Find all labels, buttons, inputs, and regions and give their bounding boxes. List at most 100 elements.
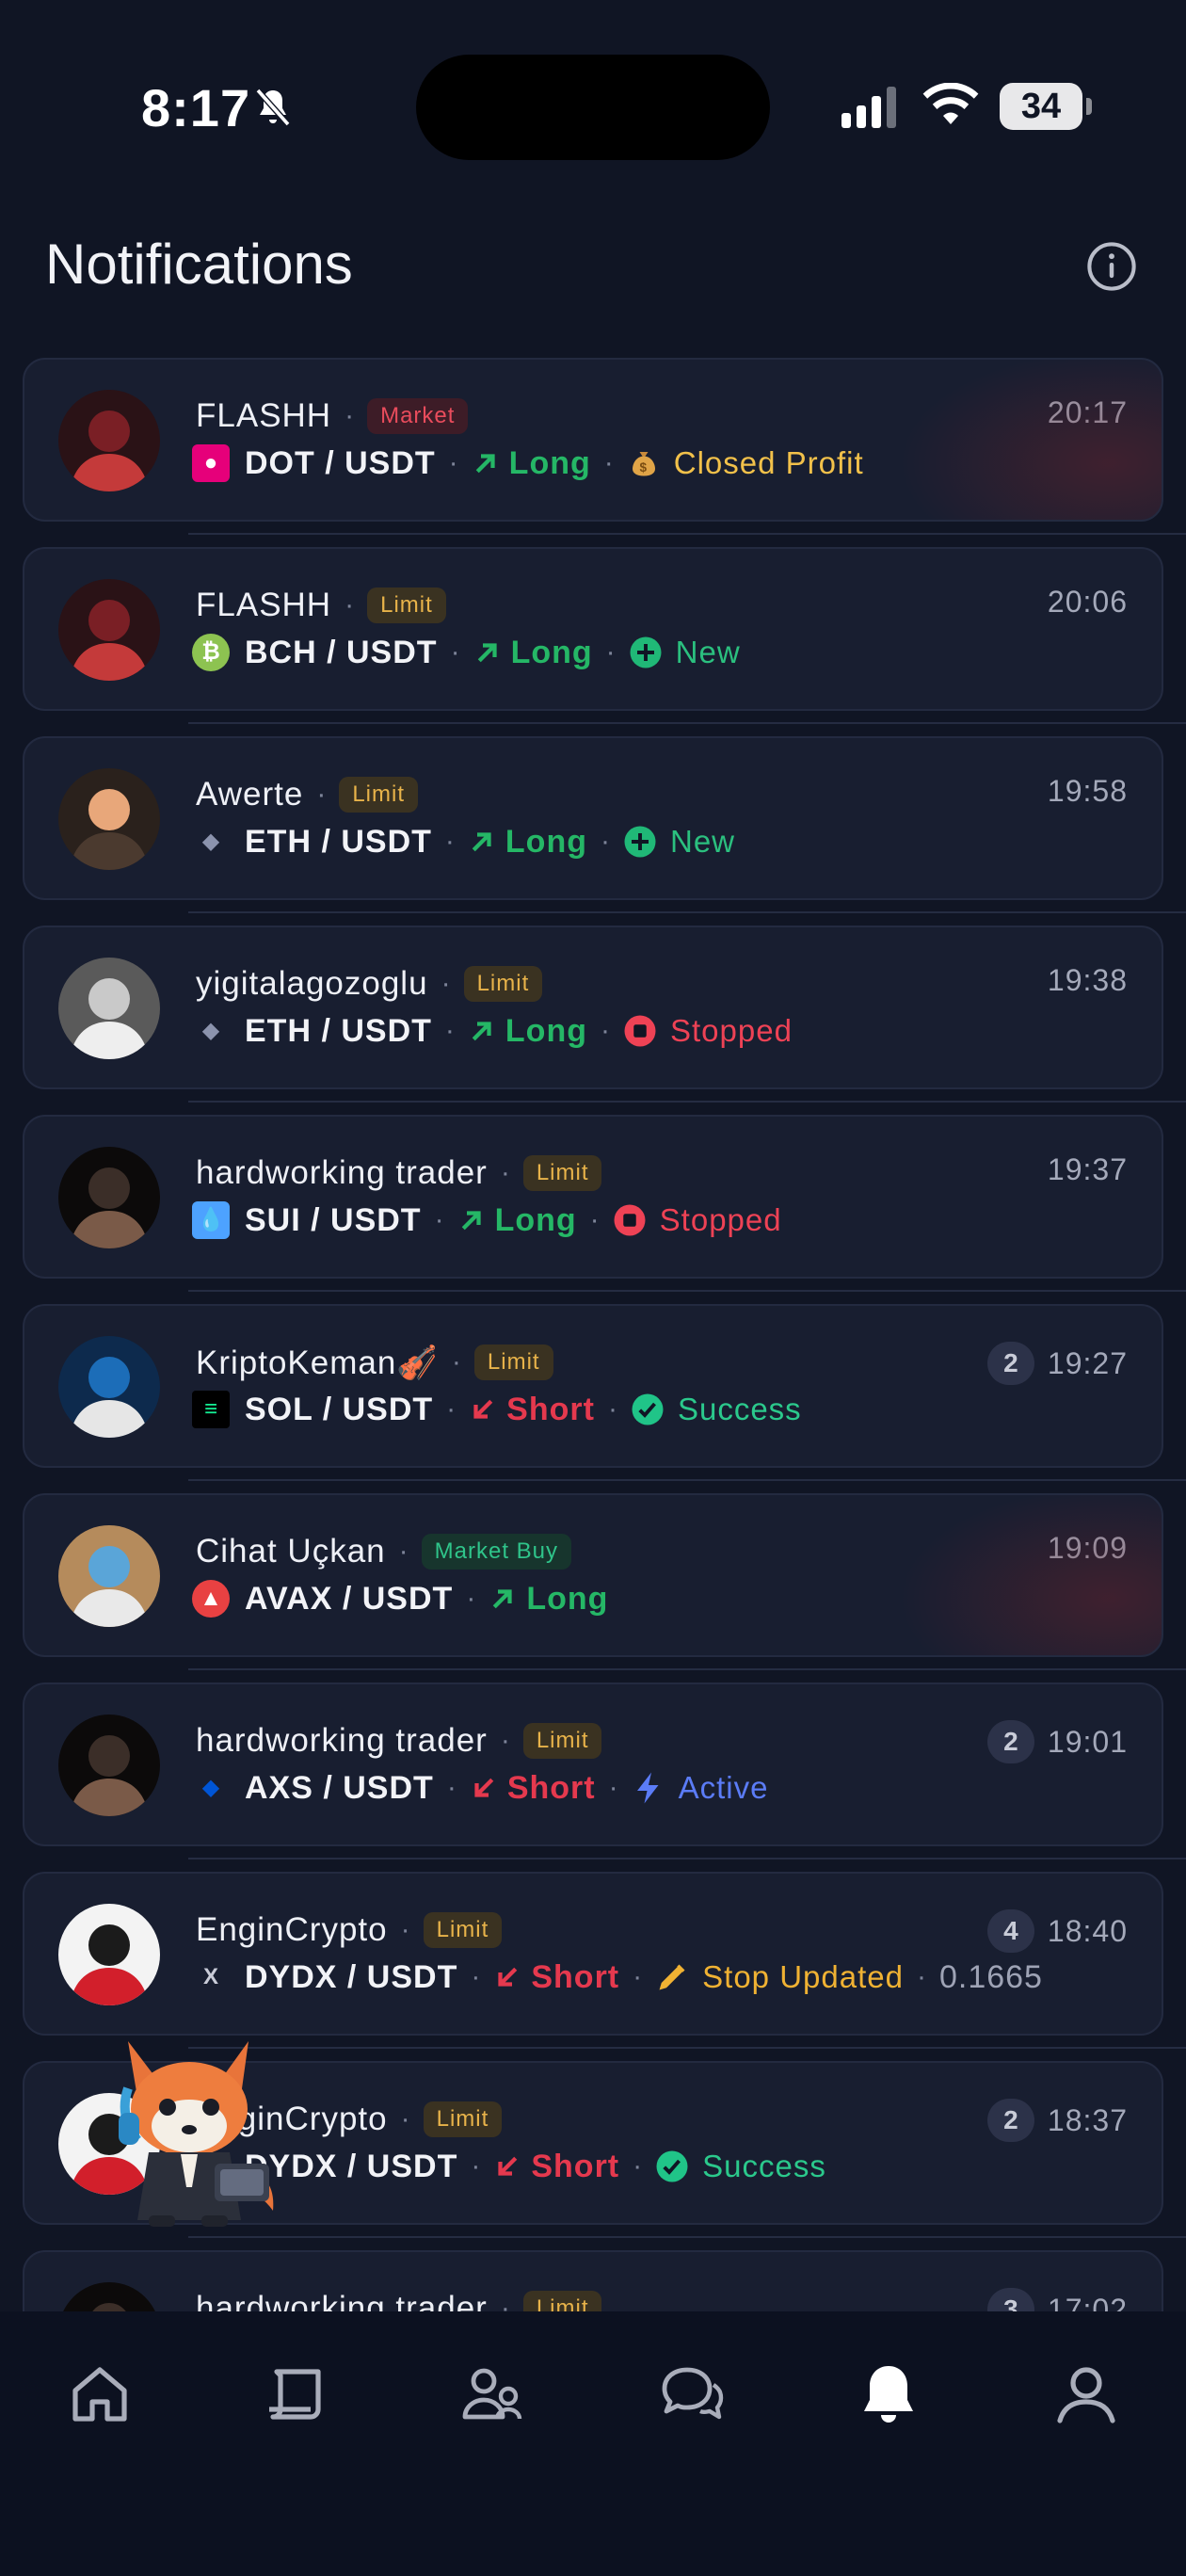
trader-name[interactable]: KriptoKeman🎻 [196, 1344, 439, 1382]
separator-dot: · [466, 1583, 476, 1614]
trade-row: ₿ BCH / USDT · Long · New [192, 632, 741, 673]
trader-avatar[interactable] [58, 2282, 160, 2311]
time-group: 3 17:02 [986, 2288, 1128, 2311]
home-icon[interactable] [66, 2360, 134, 2428]
direction-label: Long [472, 445, 591, 482]
trader-name[interactable]: hardworking trader [196, 2290, 488, 2311]
trader-avatar[interactable] [58, 958, 160, 1059]
stop-circle-icon [613, 1203, 660, 1237]
order-type-badge: Limit [522, 1155, 602, 1191]
trader-row: Cihat Uçkan · Market Buy [196, 1533, 572, 1570]
separator-dot: · [633, 2150, 643, 2182]
trader-avatar[interactable] [58, 1525, 160, 1627]
trade-row: 💧 SUI / USDT · Long · Stopped [192, 1199, 782, 1241]
axie-coin-icon: ◆ [201, 1775, 220, 1800]
trader-name[interactable]: hardworking trader [196, 1722, 488, 1760]
order-type-badge: Limit [339, 777, 418, 813]
trading-pair: ETH / USDT [245, 1012, 432, 1049]
ethereum-coin-icon: ◆ [201, 829, 220, 854]
direction-label: Short [469, 1392, 595, 1428]
fox-mascot-image[interactable] [90, 2022, 288, 2230]
trader-row: yigitalagozoglu · Limit [196, 965, 543, 1003]
notification-card[interactable]: EnginCrypto · Limit 4 18:40 X DYDX / USD… [23, 1872, 1163, 2036]
separator-dot: · [345, 400, 355, 431]
trader-name[interactable]: FLASHH [196, 587, 331, 624]
trader-name[interactable]: yigitalagozoglu [196, 965, 428, 1003]
trader-name[interactable]: hardworking trader [196, 1154, 488, 1192]
notification-card[interactable]: hardworking trader · Limit 19:37 💧 SUI /… [23, 1115, 1163, 1279]
update-count-badge: 3 [986, 2288, 1034, 2311]
journal-icon[interactable] [262, 2360, 329, 2428]
separator-dot: · [434, 1204, 444, 1235]
notification-time: 19:37 [1047, 1152, 1128, 1186]
time-group: 20:06 [1048, 585, 1128, 620]
trade-row: ◆ ETH / USDT · Long · Stopped [192, 1010, 793, 1052]
notification-list[interactable]: FLASHH · Market 20:17 ● DOT / USDT · Lon… [0, 0, 1186, 2311]
separator-dot: · [603, 447, 614, 478]
profile-icon[interactable] [1052, 2360, 1120, 2428]
money-bag-icon: $ [627, 446, 674, 480]
row-divider [188, 1668, 1186, 1670]
trading-pair: SUI / USDT [245, 1201, 422, 1238]
notification-time: 20:17 [1047, 395, 1128, 429]
sui-coin-icon: 💧 [192, 1201, 230, 1239]
trade-status: Stopped [613, 1202, 782, 1238]
order-type-badge: Market Buy [421, 1534, 572, 1570]
separator-dot: · [607, 1393, 617, 1425]
trade-row: ≡ SOL / USDT · Short · Success [192, 1389, 802, 1430]
notification-card[interactable]: FLASHH · Limit 20:06 ₿ BCH / USDT · Long… [23, 547, 1163, 711]
separator-dot: · [450, 636, 460, 668]
trader-avatar[interactable] [58, 1336, 160, 1438]
update-count-badge: 2 [986, 1720, 1034, 1763]
notification-card[interactable]: yigitalagozoglu · Limit 19:38 ◆ ETH / US… [23, 926, 1163, 1089]
row-divider [188, 1479, 1186, 1481]
chat-icon[interactable] [657, 2360, 725, 2428]
separator-dot: · [444, 826, 455, 857]
trade-status: Active [632, 1770, 769, 1806]
row-divider [188, 533, 1186, 535]
trader-avatar[interactable] [58, 390, 160, 491]
trader-avatar[interactable] [58, 579, 160, 681]
direction-label: Short [470, 1770, 596, 1807]
order-type-badge: Limit [463, 966, 543, 1002]
notification-card[interactable]: hardworking trader · Limit 3 17:02 [23, 2250, 1163, 2311]
separator-dot: · [471, 1961, 481, 1992]
trader-name[interactable]: Cihat Uçkan [196, 1533, 386, 1570]
notification-time: 19:38 [1047, 963, 1128, 997]
time-group: 19:09 [1048, 1531, 1128, 1566]
trade-status: Success [655, 2149, 826, 2184]
notification-card[interactable]: hardworking trader · Limit 2 19:01 ◆ AXS… [23, 1682, 1163, 1846]
update-count-badge: 2 [986, 1342, 1034, 1385]
trading-pair: ETH / USDT [245, 823, 432, 860]
notification-card[interactable]: FLASHH · Market 20:17 ● DOT / USDT · Lon… [23, 358, 1163, 522]
trader-row: EnginCrypto · Limit [196, 1911, 503, 1949]
trader-name[interactable]: FLASHH [196, 397, 331, 435]
notification-card[interactable]: Cihat Uçkan · Market Buy 19:09 ▲ AVAX / … [23, 1493, 1163, 1657]
notification-card[interactable]: KriptoKeman🎻 · Limit 2 19:27 ≡ SOL / USD… [23, 1304, 1163, 1468]
notification-card[interactable]: Awerte · Limit 19:58 ◆ ETH / USDT · Long… [23, 736, 1163, 900]
row-divider [188, 2236, 1186, 2238]
trader-avatar[interactable] [58, 768, 160, 870]
traders-icon[interactable] [459, 2360, 527, 2428]
separator-dot: · [444, 1015, 455, 1046]
order-type-badge: Limit [473, 1344, 553, 1380]
trader-row: KriptoKeman🎻 · Limit [196, 1344, 553, 1381]
trader-avatar[interactable] [58, 1147, 160, 1248]
trader-name[interactable]: EnginCrypto [196, 1911, 388, 1949]
trade-row: X DYDX / USDT · Short · Stop Updated · 0.1… [192, 1956, 1043, 1998]
plus-circle-icon [629, 636, 676, 669]
time-group: 2 19:27 [986, 1342, 1128, 1385]
trade-row: ● DOT / USDT · Long · $ Closed Profit [192, 443, 864, 484]
trade-status: Stopped [623, 1013, 793, 1049]
pencil-icon [655, 1960, 702, 1994]
trader-avatar[interactable] [58, 1904, 160, 2005]
separator-dot: · [589, 1204, 600, 1235]
separator-dot: · [451, 1346, 461, 1377]
trader-name[interactable]: Awerte [196, 776, 303, 813]
separator-dot: · [605, 636, 616, 668]
svg-text:$: $ [639, 460, 648, 475]
price-value: 0.1665 [938, 1958, 1043, 1995]
bell-icon[interactable] [855, 2360, 922, 2428]
trader-avatar[interactable] [58, 1715, 160, 1816]
trader-row: Awerte · Limit [196, 776, 418, 813]
